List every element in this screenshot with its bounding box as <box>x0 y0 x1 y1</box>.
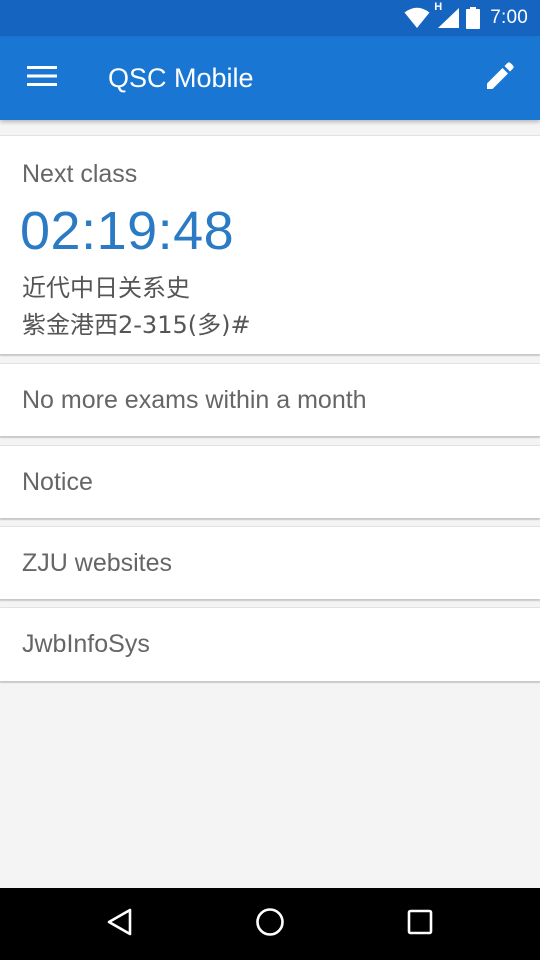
network-type-label: H <box>434 1 443 13</box>
back-button[interactable] <box>84 888 156 960</box>
battery-icon <box>466 7 481 29</box>
next-class-label: Next class <box>22 160 138 188</box>
class-location: 紫金港西2-315(多)# <box>22 311 251 339</box>
edit-button[interactable] <box>474 52 526 104</box>
notice-card-label: Notice <box>22 468 93 496</box>
next-class-card[interactable]: Next class 02:19:48 近代中日关系史 紫金港西2-315(多)… <box>0 135 540 354</box>
home-button[interactable] <box>234 888 306 960</box>
exams-card-label: No more exams within a month <box>22 386 367 414</box>
content-area: Next class 02:19:48 近代中日关系史 紫金港西2-315(多)… <box>0 120 540 888</box>
back-icon <box>106 907 134 942</box>
wifi-icon <box>404 7 430 29</box>
recents-button[interactable] <box>384 888 456 960</box>
zju-websites-card[interactable]: ZJU websites <box>0 526 540 599</box>
home-icon <box>254 906 286 943</box>
navigation-bar <box>0 888 540 960</box>
zju-websites-card-label: ZJU websites <box>22 549 173 577</box>
menu-icon <box>27 65 57 92</box>
course-name: 近代中日关系史 <box>22 274 190 302</box>
exams-card[interactable]: No more exams within a month <box>0 363 540 436</box>
screen: H 7:00 QSC Mobile Next class 02:19:48 近代… <box>0 0 540 960</box>
status-icons: H 7:00 <box>398 0 528 36</box>
edit-icon <box>485 61 515 96</box>
menu-button[interactable] <box>14 52 70 104</box>
status-time: 7:00 <box>490 7 528 28</box>
jwbinfosys-card-label: JwbInfoSys <box>22 630 150 658</box>
countdown-timer: 02:19:48 <box>20 201 235 261</box>
recents-icon <box>406 908 434 941</box>
app-title: QSC Mobile <box>108 63 254 93</box>
app-bar: QSC Mobile <box>0 36 540 120</box>
status-bar: H 7:00 <box>0 0 540 36</box>
cellular-signal-icon: H <box>434 1 460 29</box>
jwbinfosys-card[interactable]: JwbInfoSys <box>0 607 540 681</box>
notice-card[interactable]: Notice <box>0 445 540 518</box>
